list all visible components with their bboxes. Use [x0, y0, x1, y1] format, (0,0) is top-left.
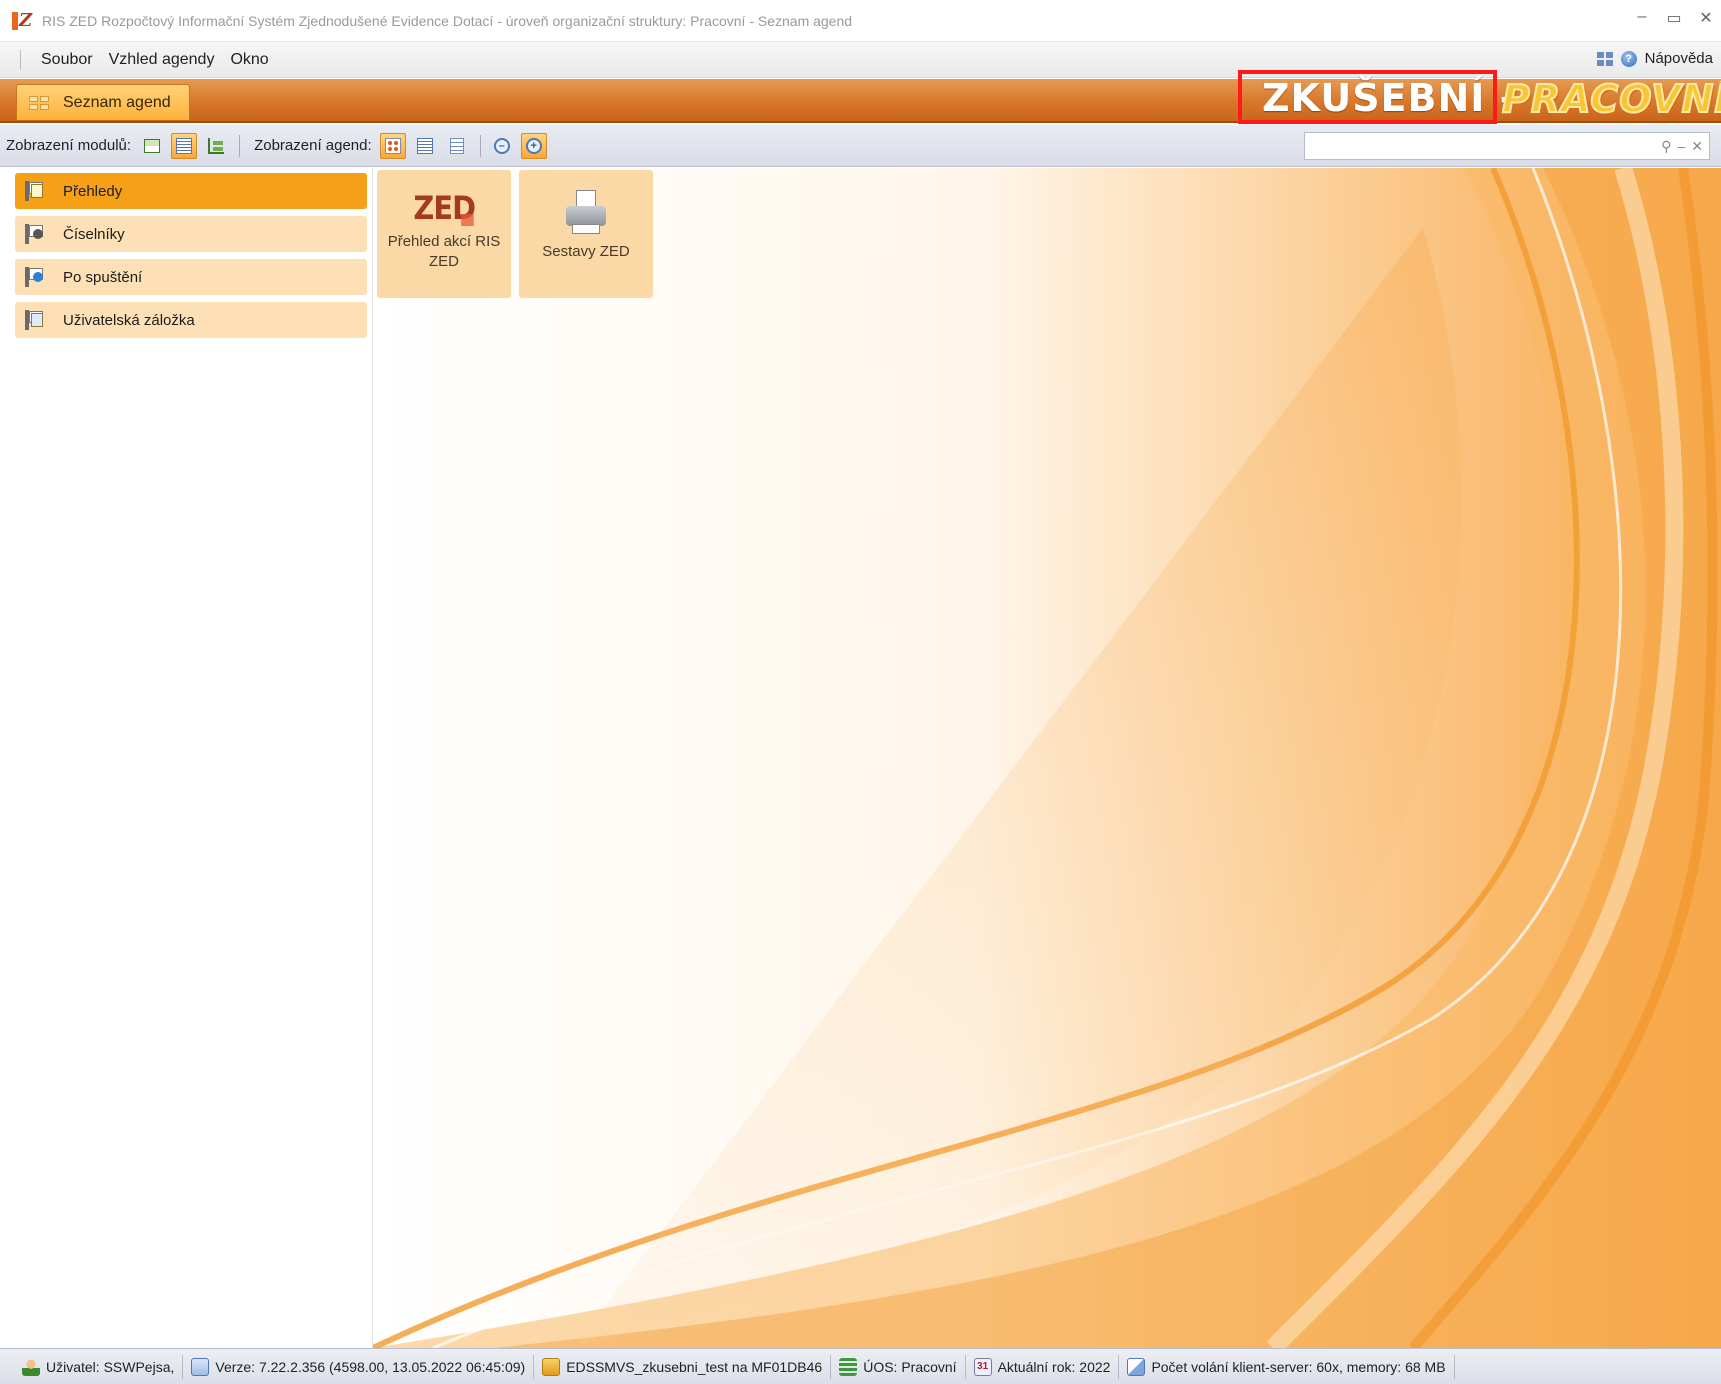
minimize-button[interactable]: – [1633, 8, 1651, 28]
search-collapse-button[interactable]: – [1677, 138, 1685, 154]
tiles-icon [384, 137, 401, 154]
zoom-out-button[interactable]: – [489, 133, 515, 159]
status-version-text: Verze: 7.22.2.356 (4598.00, 13.05.2022 0… [215, 1358, 526, 1375]
agendas-view-tiles-button[interactable] [379, 132, 406, 159]
zoom-in-icon: + [525, 137, 542, 154]
help-icon[interactable]: ? [1620, 50, 1637, 67]
flag-gear-icon [23, 223, 47, 245]
agendas-view-list-button[interactable] [412, 133, 438, 159]
printer-icon [566, 190, 606, 236]
view-toolbar: Zobrazení modulů: Zobrazení agend: – + ⚲… [0, 125, 1721, 167]
agenda-tile-label: Sestavy ZED [542, 243, 630, 260]
modules-view-panels-button[interactable] [139, 133, 165, 159]
window-controls: – ▭ ✕ [1633, 8, 1715, 28]
agenda-workspace: ZED Přehled akcí RIS ZED Sestavy ZED [373, 168, 1721, 1348]
status-user-text: Uživatel: SSWPejsa, [46, 1358, 175, 1375]
tree-icon [208, 137, 225, 154]
list-icon [416, 137, 433, 154]
toolbar-separator [239, 134, 241, 157]
module-sidebar: Přehledy Číselníky Po spuštění Uživatels… [10, 168, 373, 1348]
sidebar-item-uzivatelska-zalozka[interactable]: Uživatelská záložka [15, 302, 367, 338]
sidebar-item-prehledy[interactable]: Přehledy [15, 173, 367, 209]
search-box: ⚲ – ✕ [1304, 132, 1710, 160]
close-button[interactable]: ✕ [1697, 8, 1715, 28]
sidebar-item-label: Číselníky [63, 225, 125, 243]
status-year-text: Aktuální rok: 2022 [997, 1358, 1111, 1375]
network-icon [191, 1357, 210, 1376]
menu-separator [20, 49, 21, 70]
menu-okno[interactable]: Okno [222, 47, 276, 73]
flag-doc-icon [23, 180, 47, 202]
modules-view-label: Zobrazení modulů: [6, 137, 132, 154]
maximize-button[interactable]: ▭ [1665, 8, 1683, 28]
orange-swirl-background [373, 168, 1721, 1348]
menu-soubor[interactable]: Soubor [33, 47, 101, 73]
agendas-view-details-button[interactable] [444, 133, 470, 159]
status-calls: Počet volání klient-server: 60x, memory:… [1127, 1354, 1455, 1379]
user-icon [22, 1357, 40, 1376]
search-clear-button[interactable]: ✕ [1691, 138, 1703, 155]
agendas-view-label: Zobrazení agend: [254, 137, 372, 154]
status-database: EDSSMVS_zkusebni_test na MF01DB46 [542, 1354, 832, 1379]
org-structure-icon [839, 1357, 858, 1376]
list-icon [176, 137, 193, 154]
menu-vzhled-agendy[interactable]: Vzhled agendy [101, 47, 223, 73]
tab-label: Seznam agend [63, 93, 171, 111]
toolbar-separator [479, 134, 481, 157]
window-title: RIS ZED Rozpočtový Informační Systém Zje… [42, 12, 853, 29]
sidebar-item-ciselniky[interactable]: Číselníky [15, 216, 367, 252]
environment-highlight-box [1238, 70, 1497, 124]
status-uos: ÚOS: Pracovní [839, 1354, 966, 1379]
zoom-in-button[interactable]: + [520, 132, 547, 159]
flag-blue-gear-icon [23, 266, 47, 288]
status-year: 31 Aktuální rok: 2022 [973, 1354, 1120, 1379]
help-area: ? Nápověda [1596, 50, 1713, 67]
tab-seznam-agend[interactable]: Seznam agend [16, 84, 190, 120]
agenda-tile-prehled-akci[interactable]: ZED Přehled akcí RIS ZED [377, 170, 511, 298]
database-icon [542, 1357, 561, 1376]
calendar-icon: 31 [973, 1357, 992, 1376]
sidebar-item-label: Přehledy [63, 182, 123, 200]
tiles-icon [29, 95, 49, 110]
zed-logo-icon: ZED [413, 188, 476, 232]
agenda-tile-sestavy-zed[interactable]: Sestavy ZED [519, 170, 653, 298]
zoom-out-icon: – [493, 137, 510, 154]
status-user: Uživatel: SSWPejsa, [22, 1354, 184, 1379]
help-link[interactable]: Nápověda [1645, 50, 1713, 67]
window-titlebar: Z RIS ZED Rozpočtový Informační Systém Z… [0, 0, 1721, 42]
environment-mode-logo: PRACOVNÍ [1501, 76, 1721, 122]
search-icon[interactable]: ⚲ [1661, 138, 1671, 155]
flag-user-doc-icon [23, 309, 47, 331]
status-bar: Uživatel: SSWPejsa, Verze: 7.22.2.356 (4… [0, 1348, 1721, 1384]
sidebar-item-label: Uživatelská záložka [63, 311, 195, 329]
status-calls-text: Počet volání klient-server: 60x, memory:… [1151, 1358, 1446, 1375]
server-calls-icon [1127, 1357, 1146, 1376]
sidebar-item-po-spusteni[interactable]: Po spuštění [15, 259, 367, 295]
panels-icon [144, 138, 161, 153]
sidebar-item-label: Po spuštění [63, 268, 143, 286]
details-icon [449, 137, 464, 154]
agenda-tile-label: Přehled akcí RIS ZED [387, 233, 501, 270]
layout-grid-icon[interactable] [1596, 51, 1613, 66]
status-database-text: EDSSMVS_zkusebni_test na MF01DB46 [566, 1358, 823, 1375]
status-uos-text: ÚOS: Pracovní [863, 1358, 957, 1375]
modules-view-tree-button[interactable] [203, 133, 229, 159]
search-input[interactable] [1305, 133, 1656, 159]
status-version: Verze: 7.22.2.356 (4598.00, 13.05.2022 0… [191, 1354, 535, 1379]
app-logo-icon: Z [12, 10, 34, 32]
modules-view-list-button[interactable] [171, 132, 198, 159]
